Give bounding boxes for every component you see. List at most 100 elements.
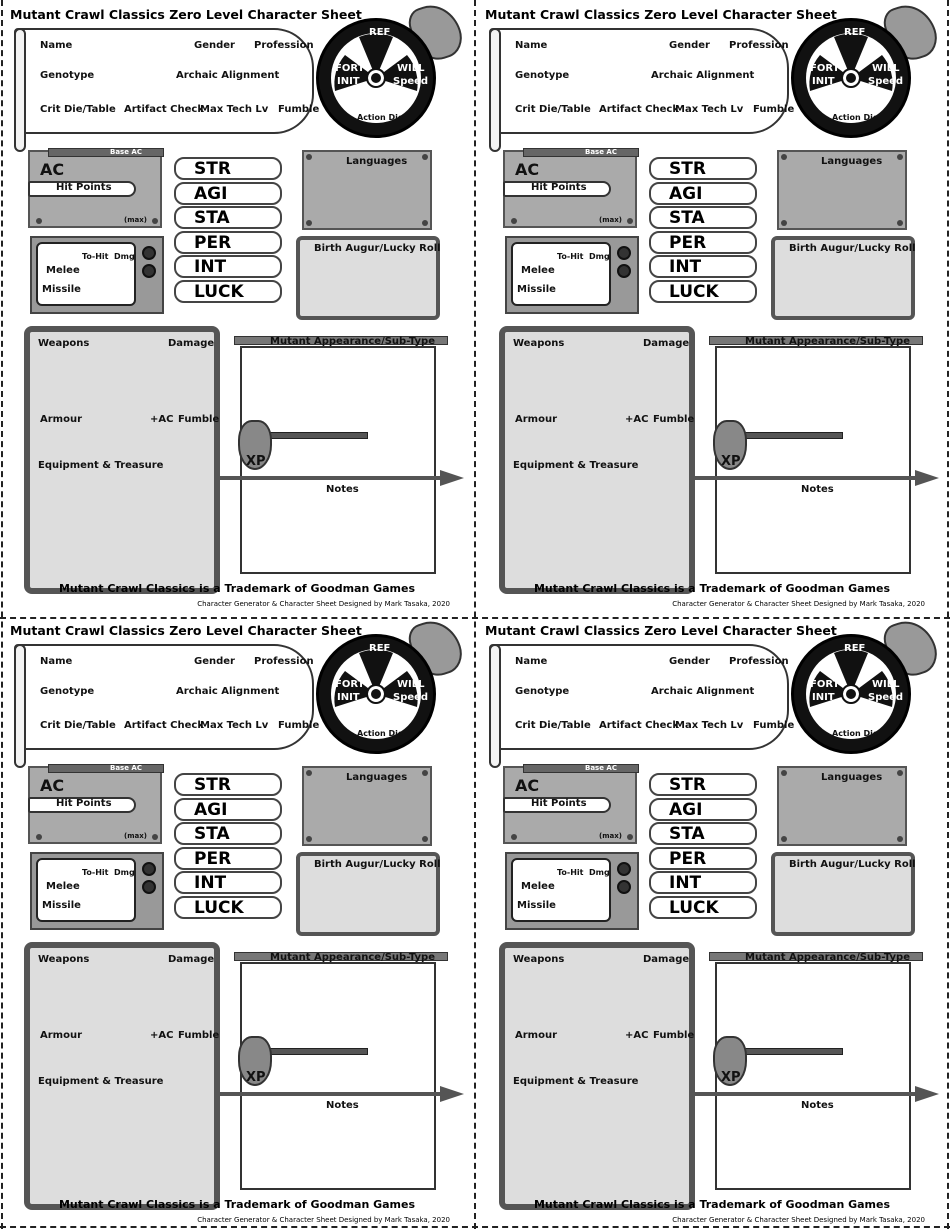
ac-label[interactable]: AC [515, 776, 539, 795]
xp-label[interactable]: XP [246, 1070, 266, 1085]
ac-label[interactable]: AC [515, 160, 539, 179]
missile-label[interactable]: Missile [42, 900, 81, 911]
melee-label[interactable]: Melee [521, 881, 555, 892]
mutant-appearance-panel[interactable] [715, 962, 911, 1190]
base-ac-label[interactable]: Base AC [110, 148, 142, 156]
mutant-appearance-panel[interactable] [240, 346, 436, 574]
action-die-label[interactable]: Action Die [832, 729, 878, 738]
missile-label[interactable]: Missile [517, 284, 556, 295]
alignment-label[interactable]: Archaic Alignment [651, 686, 754, 697]
hit-points-label[interactable]: Hit Points [531, 182, 587, 193]
genotype-label[interactable]: Genotype [515, 686, 569, 697]
melee-label[interactable]: Melee [46, 265, 80, 276]
gender-label[interactable]: Gender [669, 40, 710, 51]
artifact-label[interactable]: Artifact Check [599, 104, 679, 115]
fumble-label[interactable]: Fumble [753, 720, 794, 731]
genotype-label[interactable]: Genotype [40, 70, 94, 81]
init-label[interactable]: INIT [812, 692, 835, 703]
gender-label[interactable]: Gender [194, 40, 235, 51]
init-label[interactable]: INIT [337, 76, 360, 87]
speed-label[interactable]: Speed [868, 692, 903, 703]
melee-label[interactable]: Melee [521, 265, 555, 276]
artifact-label[interactable]: Artifact Check [124, 104, 204, 115]
maxtech-label[interactable]: Max Tech Lv [675, 104, 743, 115]
stat-per[interactable]: PER [649, 230, 757, 254]
alignment-label[interactable]: Archaic Alignment [651, 70, 754, 81]
stat-per[interactable]: PER [174, 846, 282, 870]
ac-label[interactable]: AC [40, 160, 64, 179]
name-label[interactable]: Name [515, 40, 547, 51]
alignment-label[interactable]: Archaic Alignment [176, 70, 279, 81]
missile-label[interactable]: Missile [42, 284, 81, 295]
stat-sta[interactable]: STA [649, 822, 757, 845]
stat-sta[interactable]: STA [649, 206, 757, 229]
crit-label[interactable]: Crit Die/Table [515, 104, 591, 115]
init-label[interactable]: INIT [812, 76, 835, 87]
ref-label[interactable]: REF [844, 27, 865, 38]
name-label[interactable]: Name [515, 656, 547, 667]
xp-label[interactable]: XP [246, 454, 266, 469]
speed-label[interactable]: Speed [393, 692, 428, 703]
fumble-label[interactable]: Fumble [753, 104, 794, 115]
gender-label[interactable]: Gender [669, 656, 710, 667]
hit-points-label[interactable]: Hit Points [531, 798, 587, 809]
crit-label[interactable]: Crit Die/Table [40, 104, 116, 115]
genotype-label[interactable]: Genotype [515, 70, 569, 81]
fort-label[interactable]: FORT [810, 679, 839, 690]
ac-label[interactable]: AC [40, 776, 64, 795]
ref-label[interactable]: REF [844, 643, 865, 654]
fort-label[interactable]: FORT [335, 63, 364, 74]
maxtech-label[interactable]: Max Tech Lv [675, 720, 743, 731]
action-die-label[interactable]: Action Die [357, 113, 403, 122]
stat-agi[interactable]: AGI [174, 797, 282, 821]
stat-agi[interactable]: AGI [174, 181, 282, 205]
stat-luck[interactable]: LUCK [174, 279, 282, 303]
maxtech-label[interactable]: Max Tech Lv [200, 720, 268, 731]
stat-agi[interactable]: AGI [649, 181, 757, 205]
stat-sta[interactable]: STA [174, 822, 282, 845]
stat-str[interactable]: STR [174, 773, 282, 796]
will-label[interactable]: WILL [397, 679, 425, 690]
stat-per[interactable]: PER [649, 846, 757, 870]
stat-luck[interactable]: LUCK [649, 895, 757, 919]
fumble-label[interactable]: Fumble [278, 720, 319, 731]
stat-sta[interactable]: STA [174, 206, 282, 229]
artifact-label[interactable]: Artifact Check [124, 720, 204, 731]
speed-label[interactable]: Speed [393, 76, 428, 87]
base-ac-label[interactable]: Base AC [585, 148, 617, 156]
stat-luck[interactable]: LUCK [174, 895, 282, 919]
action-die-label[interactable]: Action Die [357, 729, 403, 738]
alignment-label[interactable]: Archaic Alignment [176, 686, 279, 697]
stat-int[interactable]: INT [174, 255, 282, 278]
name-label[interactable]: Name [40, 40, 72, 51]
xp-label[interactable]: XP [721, 1070, 741, 1085]
stat-str[interactable]: STR [649, 157, 757, 180]
action-die-label[interactable]: Action Die [832, 113, 878, 122]
stat-per[interactable]: PER [174, 230, 282, 254]
gender-label[interactable]: Gender [194, 656, 235, 667]
stat-luck[interactable]: LUCK [649, 279, 757, 303]
will-label[interactable]: WILL [397, 63, 425, 74]
ref-label[interactable]: REF [369, 643, 390, 654]
init-label[interactable]: INIT [337, 692, 360, 703]
xp-label[interactable]: XP [721, 454, 741, 469]
missile-label[interactable]: Missile [517, 900, 556, 911]
genotype-label[interactable]: Genotype [40, 686, 94, 697]
will-label[interactable]: WILL [872, 63, 900, 74]
profession-label[interactable]: Profession [254, 40, 314, 51]
speed-label[interactable]: Speed [868, 76, 903, 87]
base-ac-label[interactable]: Base AC [110, 764, 142, 772]
mutant-appearance-panel[interactable] [240, 962, 436, 1190]
stat-agi[interactable]: AGI [649, 797, 757, 821]
profession-label[interactable]: Profession [729, 40, 789, 51]
artifact-label[interactable]: Artifact Check [599, 720, 679, 731]
stat-int[interactable]: INT [649, 871, 757, 894]
mutant-appearance-panel[interactable] [715, 346, 911, 574]
profession-label[interactable]: Profession [254, 656, 314, 667]
maxtech-label[interactable]: Max Tech Lv [200, 104, 268, 115]
name-label[interactable]: Name [40, 656, 72, 667]
stat-str[interactable]: STR [649, 773, 757, 796]
profession-label[interactable]: Profession [729, 656, 789, 667]
ref-label[interactable]: REF [369, 27, 390, 38]
stat-int[interactable]: INT [649, 255, 757, 278]
